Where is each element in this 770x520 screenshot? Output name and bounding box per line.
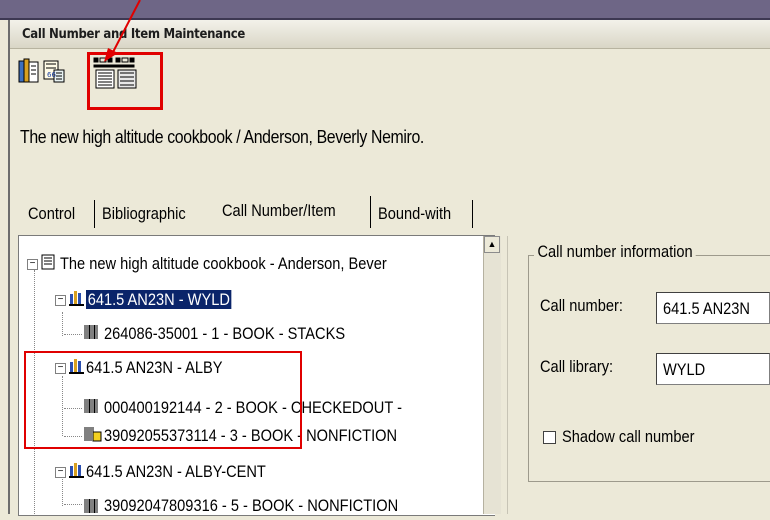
- toolbar-highlight-box: [87, 52, 163, 110]
- tree-call-number[interactable]: 641.5 AN23N - WYLD: [86, 286, 232, 314]
- tab-bar: Control Bibliographic Call Number/Item B…: [14, 196, 494, 230]
- window-title: Call Number and Item Maintenance: [22, 27, 245, 42]
- panel-splitter[interactable]: [502, 235, 506, 514]
- title-record-icon: [18, 58, 39, 83]
- tree-scrollbar[interactable]: ▲: [483, 236, 501, 514]
- tree-line: [64, 334, 82, 335]
- call-number-icon: [69, 291, 84, 306]
- tab-bibliographic[interactable]: Bibliographic: [102, 196, 186, 230]
- call-number-icon: [69, 463, 84, 478]
- top-window-strip: [0, 0, 770, 20]
- shadow-call-number-checkbox[interactable]: [543, 431, 556, 444]
- tree-root-title[interactable]: The new high altitude cookbook - Anderso…: [60, 250, 387, 278]
- groupbox-legend: Call number information: [534, 242, 697, 262]
- tab-bound-with[interactable]: Bound-with: [378, 196, 451, 230]
- call-number-field[interactable]: 641.5 AN23N: [656, 292, 770, 324]
- collapse-toggle[interactable]: −: [55, 295, 66, 306]
- title-bar: Call Number and Item Maintenance: [10, 20, 770, 49]
- tree-line: [62, 312, 63, 336]
- call-number-label: Call number:: [540, 296, 623, 315]
- tab-separator: [370, 196, 371, 228]
- shadow-call-number-label: Shadow call number: [562, 427, 695, 446]
- title-record-icon: [41, 254, 55, 270]
- tree-item[interactable]: 39092047809316 - 5 - BOOK - NONFICTION: [104, 492, 398, 520]
- item-barcode-icon: [84, 325, 98, 339]
- call-library-label: Call library:: [540, 357, 614, 376]
- tree-call-number[interactable]: 641.5 AN23N - ALBY-CENT: [86, 458, 266, 486]
- tab-separator: [472, 200, 473, 228]
- scroll-up-icon[interactable]: ▲: [484, 236, 500, 253]
- item-scan-button[interactable]: 66: [42, 52, 72, 106]
- tree-line: [62, 476, 63, 506]
- tree-item[interactable]: 264086-35001 - 1 - BOOK - STACKS: [104, 320, 345, 348]
- tree-highlight-box: [24, 351, 302, 449]
- tree-line: [64, 504, 82, 505]
- tab-separator: [94, 200, 95, 228]
- svg-text:66: 66: [47, 71, 56, 79]
- call-library-field[interactable]: WYLD: [656, 353, 770, 385]
- tab-call-number-item[interactable]: Call Number/Item: [222, 192, 336, 226]
- item-scan-icon: 66: [43, 60, 65, 83]
- record-title: The new high altitude cookbook / Anderso…: [20, 127, 424, 147]
- tab-control[interactable]: Control: [28, 196, 75, 230]
- collapse-toggle[interactable]: −: [27, 259, 38, 270]
- item-barcode-icon: [84, 499, 98, 513]
- collapse-toggle[interactable]: −: [55, 467, 66, 478]
